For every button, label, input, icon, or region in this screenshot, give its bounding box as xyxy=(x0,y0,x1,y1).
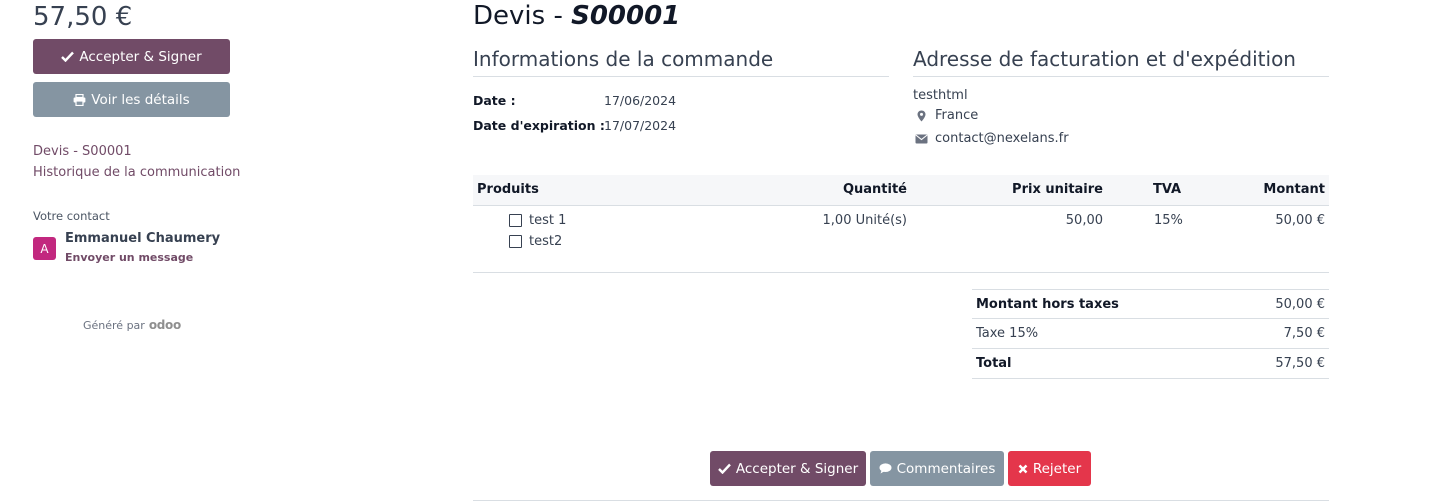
address-email: contact@nexelans.fr xyxy=(935,131,1069,146)
column-header-amount: Montant xyxy=(1263,182,1325,197)
comments-label: Commentaires xyxy=(896,460,996,477)
totals-label: Total xyxy=(976,356,1012,371)
row-amount: 50,00 € xyxy=(1275,213,1325,228)
avatar: A xyxy=(33,237,56,260)
date-label: Date : xyxy=(473,93,516,108)
nav-link-communication-history[interactable]: Historique de la communication xyxy=(33,165,240,180)
close-icon xyxy=(1018,464,1028,474)
expiry-label: Date d'expiration : xyxy=(473,118,605,133)
totals-value: 7,50 € xyxy=(1283,326,1325,341)
order-info-heading: Informations de la commande xyxy=(473,47,889,77)
sidebar-accept-sign-button[interactable]: Accepter & Signer xyxy=(33,39,230,74)
row-unit-price: 50,00 xyxy=(1065,213,1103,228)
address-heading: Adresse de facturation et d'expédition xyxy=(913,47,1329,77)
product-name: test2 xyxy=(529,234,563,249)
product-name: test 1 xyxy=(529,213,567,228)
page-title-number: S00001 xyxy=(571,1,681,31)
product-line: test2 xyxy=(509,234,562,249)
bottom-divider xyxy=(473,500,1329,501)
row-quantity: 1,00 Unité(s) xyxy=(822,213,907,228)
odoo-logo[interactable]: odoo xyxy=(149,318,181,332)
powered-by: Généré par odoo xyxy=(83,318,181,332)
checkbox-icon xyxy=(509,214,522,227)
check-icon xyxy=(61,51,75,62)
page-title-prefix: Devis - xyxy=(473,1,572,31)
reject-label: Rejeter xyxy=(1032,460,1082,477)
map-marker-icon xyxy=(913,110,929,122)
column-header-products: Produits xyxy=(477,182,539,197)
totals-label: Taxe 15% xyxy=(976,326,1039,341)
reject-button[interactable]: Rejeter xyxy=(1008,451,1091,486)
accept-sign-label: Accepter & Signer xyxy=(735,460,859,477)
expiry-value: 17/07/2024 xyxy=(604,118,677,133)
totals-row-untaxed: Montant hors taxes 50,00 € xyxy=(972,289,1329,319)
view-details-button[interactable]: Voir les détails xyxy=(33,82,230,117)
view-details-label: Voir les détails xyxy=(91,91,190,108)
date-value: 17/06/2024 xyxy=(604,93,677,108)
send-message-link[interactable]: Envoyer un message xyxy=(65,251,193,264)
column-header-tax: TVA xyxy=(1153,182,1182,197)
address-name: testhtml xyxy=(913,88,968,103)
address-email-line: contact@nexelans.fr xyxy=(913,131,1069,146)
table-divider xyxy=(473,272,1329,273)
printer-icon xyxy=(73,93,86,106)
comment-icon xyxy=(879,463,892,474)
sidebar-total-amount: 57,50 € xyxy=(33,2,133,32)
accept-sign-button[interactable]: Accepter & Signer xyxy=(710,451,866,486)
powered-by-text: Généré par xyxy=(83,318,145,332)
checkbox-icon xyxy=(509,235,522,248)
address-country-line: France xyxy=(913,108,978,123)
totals-value: 50,00 € xyxy=(1275,297,1325,312)
contact-name: Emmanuel Chaumery xyxy=(65,231,221,246)
totals-row-total: Total 57,50 € xyxy=(972,349,1329,379)
totals-value: 57,50 € xyxy=(1275,356,1325,371)
address-country: France xyxy=(935,108,979,123)
row-tax: 15% xyxy=(1154,213,1183,228)
contact-section-title: Votre contact xyxy=(33,209,110,223)
sidebar-accept-sign-label: Accepter & Signer xyxy=(79,48,202,65)
comments-button[interactable]: Commentaires xyxy=(870,451,1004,486)
column-header-quantity: Quantité xyxy=(842,182,907,197)
nav-link-quote[interactable]: Devis - S00001 xyxy=(33,144,132,159)
totals-row-tax: Taxe 15% 7,50 € xyxy=(972,319,1329,349)
totals-label: Montant hors taxes xyxy=(976,297,1119,312)
product-line: test 1 xyxy=(509,213,566,228)
check-icon xyxy=(718,463,731,474)
page-title: Devis - S00001 xyxy=(473,0,680,32)
envelope-icon xyxy=(913,134,929,144)
column-header-unit-price: Prix unitaire xyxy=(1012,182,1103,197)
